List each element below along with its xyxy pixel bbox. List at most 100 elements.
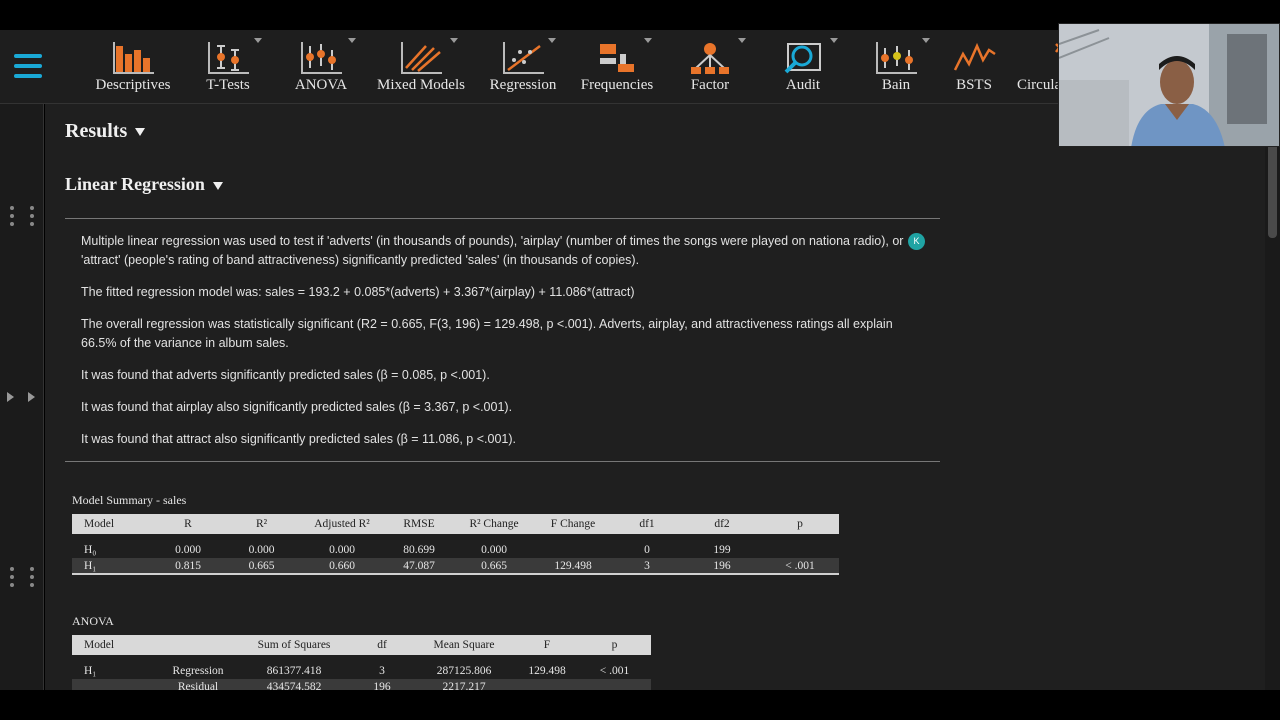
table-row: H₀ 0.000 0.000 0.000 80.699 0.000 0 199 (72, 542, 839, 558)
chevron-down-icon (450, 38, 458, 43)
drag-handle-icon[interactable] (6, 565, 40, 593)
ribbon-anova[interactable]: ANOVA (286, 36, 356, 100)
paragraph-airplay: It was found that airplay also significa… (81, 400, 513, 414)
table-cell: 0.000 (175, 544, 201, 556)
paragraph-overall: The overall regression was statistically… (81, 317, 893, 350)
descriptives-icon (113, 42, 154, 74)
ribbon-regression[interactable]: Regression (486, 36, 560, 100)
ribbon-bsts[interactable]: BSTS (950, 36, 998, 100)
results-panel: Results Linear Regression Multiple linea… (45, 104, 1265, 690)
ribbon-audit[interactable]: Audit (774, 36, 838, 100)
table-cell: 47.087 (385, 558, 453, 575)
divider (65, 218, 940, 219)
regression-icon (503, 42, 544, 74)
table-cell: 0.660 (299, 558, 385, 575)
triangle-down-icon (212, 181, 223, 190)
column-header: df2 (683, 514, 761, 534)
column-header: R² Change (453, 514, 535, 534)
column-header: Adjusted R² (299, 514, 385, 534)
model-summary-table: Model R R² Adjusted R² RMSE R² Change F … (72, 514, 839, 575)
table-cell (578, 679, 651, 690)
table-row: H₁ 0.815 0.665 0.660 47.087 0.665 129.49… (72, 558, 839, 575)
table-cell: H₀ (84, 544, 97, 556)
ribbon-mixed-models[interactable]: Mixed Models (374, 36, 468, 100)
vertical-scrollbar[interactable] (1265, 104, 1280, 690)
column-header: F Change (535, 514, 611, 534)
frequencies-icon (600, 44, 634, 72)
column-header: F (516, 635, 578, 655)
drag-handle-icon[interactable] (6, 204, 40, 232)
table-row: H₁ Regression 861377.418 3 287125.806 12… (72, 663, 651, 679)
ribbon-label: Audit (785, 77, 821, 93)
results-heading[interactable]: Results (65, 120, 146, 143)
table-header: Model Sum of Squares df Mean Square F p (72, 635, 651, 655)
column-header: RMSE (385, 514, 453, 534)
bsts-icon (953, 42, 996, 71)
ribbon-label: Factor (690, 77, 730, 93)
table-cell: 2217.217 (412, 679, 516, 690)
k-badge-icon[interactable]: K (908, 233, 925, 250)
table-cell: Regression (172, 665, 224, 677)
table-cell: 129.498 (535, 558, 611, 575)
paragraph-model: The fitted regression model was: sales =… (81, 285, 635, 299)
table-cell: 861377.418 (266, 665, 322, 677)
column-header: R (152, 514, 224, 534)
column-header: df1 (611, 514, 683, 534)
table-cell (535, 542, 611, 558)
letterbox-bottom (0, 690, 1280, 720)
table-cell: 3 (611, 558, 683, 575)
paragraph-adverts: It was found that adverts significantly … (81, 368, 490, 382)
table-cell: 196 (683, 558, 761, 575)
table-cell: H₁ (72, 558, 152, 575)
bain-icon (876, 42, 917, 74)
chevron-down-icon (644, 38, 652, 43)
chevron-down-icon (254, 38, 262, 43)
table-row: Residual 434574.582 196 2217.217 (72, 679, 651, 690)
column-header: R² (224, 514, 299, 534)
anova-table: Model Sum of Squares df Mean Square F p … (72, 635, 651, 690)
table-cell: 0.665 (224, 558, 299, 575)
expand-arrow-icon[interactable] (28, 392, 35, 402)
anova-title: ANOVA (72, 614, 114, 628)
table-cell: < .001 (761, 558, 839, 575)
chevron-down-icon (922, 38, 930, 43)
ribbon-label: Bain (881, 77, 911, 93)
ribbon-frequencies[interactable]: Frequencies (576, 36, 658, 100)
anova-icon (301, 42, 342, 74)
chevron-down-icon (348, 38, 356, 43)
triangle-down-icon (135, 128, 146, 137)
paragraph-intro: Multiple linear regression was used to t… (81, 234, 904, 267)
results-gutter (0, 104, 44, 690)
table-cell: 199 (713, 544, 731, 556)
table-cell: 0.000 (481, 544, 507, 556)
hamburger-menu-icon[interactable] (14, 52, 42, 80)
table-cell: 434574.582 (236, 679, 352, 690)
ribbon-label: Descriptives (95, 77, 171, 93)
ribbon-circular[interactable]: Circula (1014, 36, 1064, 100)
expand-arrow-icon[interactable] (7, 392, 14, 402)
chevron-down-icon (738, 38, 746, 43)
ribbon-t-tests[interactable]: T-Tests (190, 36, 266, 100)
table-cell: 80.699 (403, 544, 435, 556)
table-cell: 196 (352, 679, 412, 690)
paragraph-attract: It was found that attract also significa… (81, 432, 516, 446)
column-header: Sum of Squares (236, 635, 352, 655)
ribbon-descriptives[interactable]: Descriptives (92, 36, 174, 100)
table-cell: H₁ (84, 665, 97, 677)
ribbon-factor[interactable]: Factor (680, 36, 746, 100)
table-cell: 129.498 (528, 665, 566, 677)
table-cell (516, 679, 578, 690)
ribbon-label: Frequencies (580, 77, 654, 93)
circular-icon (1055, 43, 1062, 53)
ribbon-label: BSTS (956, 77, 992, 93)
column-header: Mean Square (412, 635, 516, 655)
chevron-down-icon (830, 38, 838, 43)
table-cell: 3 (379, 665, 385, 677)
table-cell: 287125.806 (436, 665, 492, 677)
ribbon-bain[interactable]: Bain (868, 36, 930, 100)
column-header (160, 635, 236, 655)
section-heading[interactable]: Linear Regression (65, 174, 223, 195)
ribbon-label: ANOVA (294, 77, 348, 93)
ribbon-label: Regression (489, 77, 557, 93)
audit-icon (784, 43, 821, 74)
